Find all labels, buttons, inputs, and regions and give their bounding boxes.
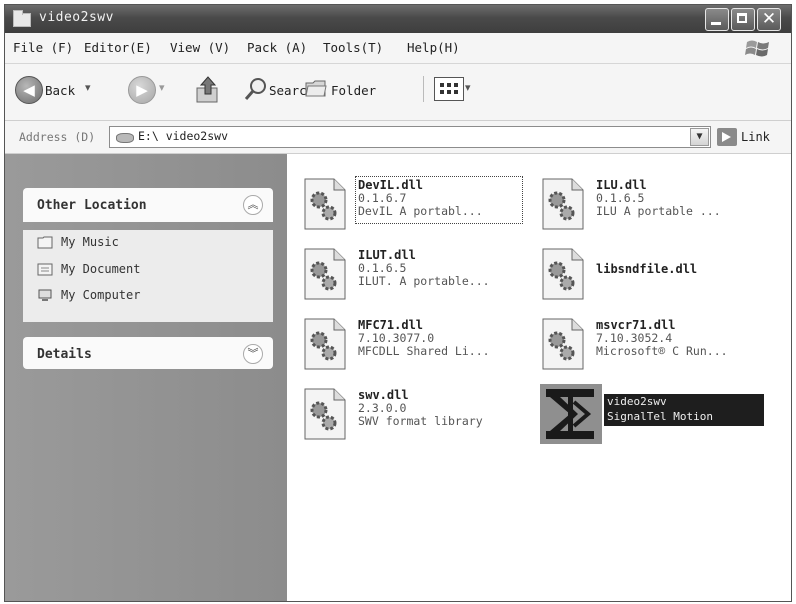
- file-item-msvcr71-dll[interactable]: msvcr71.dll 7.10.3052.4 Microsoft® C Run…: [540, 314, 770, 378]
- documents-icon: [37, 263, 53, 276]
- file-version: 7.10.3077.0: [358, 331, 435, 345]
- back-button[interactable]: ◀: [15, 76, 43, 104]
- address-input[interactable]: E:\ video2swv ▼: [109, 126, 711, 148]
- file-version: 0.1.6.7: [358, 191, 407, 205]
- dll-gear-icon: [542, 178, 584, 230]
- folder-icon: [13, 10, 31, 27]
- explorer-window: video2swv ✕ File (F) Editor(E) View (V) …: [4, 4, 792, 602]
- expand-chevron-icon[interactable]: ︾: [243, 344, 263, 364]
- forward-button[interactable]: ▶: [128, 76, 156, 104]
- forward-arrow-icon: ▶: [136, 81, 148, 99]
- up-folder-icon[interactable]: [195, 74, 221, 104]
- location-label: My Music: [61, 235, 119, 249]
- other-location-panel: My Music My Document My Computer: [23, 230, 273, 322]
- dll-gear-icon: [304, 248, 346, 300]
- address-label: Address (D): [19, 130, 96, 144]
- other-location-header[interactable]: Other Location ︽: [23, 188, 273, 222]
- maximize-icon: [737, 13, 747, 23]
- file-version: 0.1.6.5: [596, 191, 645, 205]
- file-item-devil-dll[interactable]: DevIL.dll 0.1.6.7 DevIL A portabl...: [302, 174, 532, 238]
- forward-dropdown-icon[interactable]: ▾: [159, 81, 165, 94]
- back-arrow-icon: ◀: [23, 81, 35, 99]
- minimize-button[interactable]: [705, 8, 729, 31]
- file-item-video2swv[interactable]: video2swv SignalTel Motion: [540, 384, 770, 448]
- toolbar-separator: [423, 76, 424, 102]
- views-icon[interactable]: [434, 77, 464, 101]
- folder-icon: [37, 236, 53, 249]
- file-item-libsndfile-dll[interactable]: libsndfile.dll: [540, 244, 770, 308]
- dll-gear-icon: [542, 318, 584, 370]
- toolbar: ◀ Back ▾ ▶ ▾ Search Folder ▾: [5, 64, 791, 121]
- go-button[interactable]: Link: [741, 130, 770, 144]
- window-title: video2swv: [39, 10, 114, 25]
- file-name: video2swv: [607, 395, 667, 408]
- menu-pack[interactable]: Pack (A): [247, 40, 307, 55]
- menu-tools[interactable]: Tools(T): [323, 40, 383, 55]
- folders-label[interactable]: Folder: [331, 83, 376, 98]
- file-list: DevIL.dll 0.1.6.7 DevIL A portabl... ILU…: [288, 154, 791, 601]
- back-label[interactable]: Back: [45, 83, 75, 98]
- windows-logo-icon: [745, 40, 769, 57]
- dll-gear-icon: [304, 318, 346, 370]
- menu-bar: File (F) Editor(E) View (V) Pack (A) Too…: [5, 33, 791, 64]
- folders-icon[interactable]: [305, 78, 327, 98]
- file-name: ILUT.dll: [358, 248, 416, 262]
- file-name: swv.dll: [358, 388, 409, 402]
- file-description: Microsoft® C Run...: [596, 344, 728, 358]
- file-item-swv-dll[interactable]: swv.dll 2.3.0.0 SWV format library: [302, 384, 532, 448]
- file-name: MFC71.dll: [358, 318, 424, 332]
- file-description: ILUT. A portable...: [358, 274, 490, 288]
- search-icon[interactable]: [243, 76, 269, 102]
- location-label: My Document: [61, 262, 141, 276]
- file-name: libsndfile.dll: [596, 262, 698, 276]
- address-bar: Address (D) E:\ video2swv ▼ Link: [5, 121, 791, 154]
- close-icon: ✕: [761, 9, 777, 29]
- menu-help[interactable]: Help(H): [407, 40, 460, 55]
- views-dropdown-icon[interactable]: ▾: [465, 81, 471, 94]
- task-pane: Other Location ︽ My Music My Document My…: [5, 154, 287, 601]
- file-item-ilu-dll[interactable]: ILU.dll 0.1.6.5 ILU A portable ...: [540, 174, 770, 238]
- collapse-chevron-icon[interactable]: ︽: [243, 195, 263, 215]
- file-name: ILU.dll: [596, 178, 647, 192]
- other-location-title: Other Location: [37, 198, 147, 213]
- dll-gear-icon: [304, 178, 346, 230]
- minimize-icon: [711, 22, 721, 25]
- address-path[interactable]: E:\ video2swv: [138, 129, 228, 143]
- file-version: 7.10.3052.4: [596, 331, 673, 345]
- file-item-ilut-dll[interactable]: ILUT.dll 0.1.6.5 ILUT. A portable...: [302, 244, 532, 308]
- menu-file[interactable]: File (F): [13, 40, 73, 55]
- file-description: DevIL A portabl...: [358, 204, 483, 218]
- location-label: My Computer: [61, 288, 141, 302]
- menu-view[interactable]: View (V): [170, 40, 230, 55]
- computer-icon: [38, 289, 52, 301]
- address-dropdown-icon[interactable]: ▼: [690, 128, 709, 146]
- dll-gear-icon: [542, 248, 584, 300]
- file-version: 0.1.6.5: [358, 261, 407, 275]
- close-button[interactable]: ✕: [757, 8, 781, 31]
- title-bar[interactable]: video2swv ✕: [5, 5, 791, 33]
- drive-icon: [116, 133, 134, 143]
- maximize-button[interactable]: [731, 8, 755, 31]
- dll-gear-icon: [304, 388, 346, 440]
- file-description: SWV format library: [358, 414, 483, 428]
- go-arrow-icon[interactable]: [717, 128, 737, 146]
- file-description: ILU A portable ...: [596, 204, 721, 218]
- details-header[interactable]: Details ︾: [23, 337, 273, 369]
- app-logo-icon: [540, 384, 602, 444]
- menu-editor[interactable]: Editor(E): [84, 40, 152, 55]
- file-name: msvcr71.dll: [596, 318, 676, 332]
- file-item-mfc71-dll[interactable]: MFC71.dll 7.10.3077.0 MFCDLL Shared Li..…: [302, 314, 532, 378]
- selected-label: video2swv SignalTel Motion: [604, 394, 764, 426]
- file-description: MFCDLL Shared Li...: [358, 344, 490, 358]
- details-title: Details: [37, 347, 92, 362]
- back-dropdown-icon[interactable]: ▾: [85, 81, 91, 94]
- file-description: SignalTel Motion: [607, 410, 713, 423]
- file-name: DevIL.dll: [358, 178, 424, 192]
- file-version: 2.3.0.0: [358, 401, 407, 415]
